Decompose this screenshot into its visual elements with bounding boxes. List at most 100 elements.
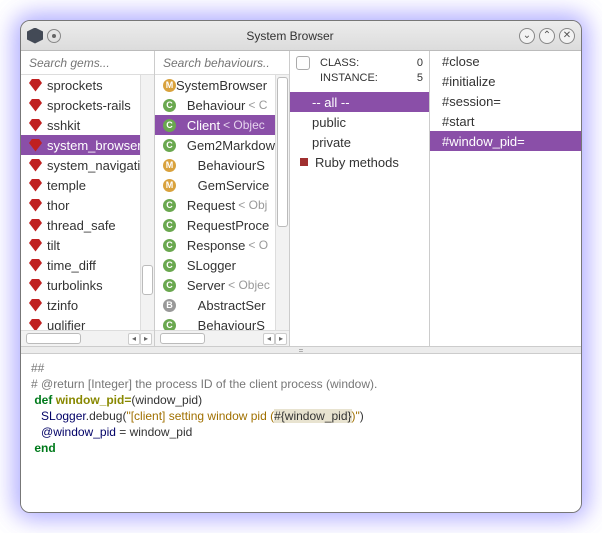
gem-item[interactable]: system_navigatio	[21, 155, 154, 175]
gems-list[interactable]: sprockets sprockets-rails sshkit system_bro…	[21, 75, 154, 330]
kind-icon: C	[163, 119, 176, 132]
system-browser-window: System Browser ⌄ ⌃ ✕ sprockets sprockets-…	[20, 20, 582, 513]
ruby-icon	[29, 259, 42, 272]
behaviours-list[interactable]: MSystemBrowserC Behaviour < CC Client < …	[155, 75, 289, 330]
behaviour-item[interactable]: C Gem2Markdow	[155, 135, 289, 155]
behaviours-column: MSystemBrowserC Behaviour < CC Client < …	[155, 51, 290, 346]
behaviour-label: Gem2Markdow	[176, 138, 275, 153]
ruby-icon	[29, 299, 42, 312]
gem-label: sshkit	[47, 118, 80, 133]
gem-label: sprockets-rails	[47, 98, 131, 113]
class-methods-checkbox[interactable]	[296, 56, 310, 70]
scrollbar-horizontal[interactable]: ◂ ▸	[21, 330, 154, 346]
behaviour-item[interactable]: C BehaviourS	[155, 315, 289, 330]
behaviour-item[interactable]: C SLogger	[155, 255, 289, 275]
gem-item[interactable]: tilt	[21, 235, 154, 255]
methods-list[interactable]: #close#initialize#session=#start#window_…	[430, 51, 581, 346]
category-item[interactable]: Ruby methods	[290, 152, 429, 172]
method-counts: CLASS: 0 INSTANCE: 5	[290, 51, 429, 92]
behaviour-label: SLogger	[176, 258, 236, 273]
gem-item[interactable]: sprockets-rails	[21, 95, 154, 115]
scrollbar-vertical[interactable]	[275, 75, 289, 330]
ruby-icon	[29, 139, 42, 152]
behaviour-item[interactable]: C RequestProce	[155, 215, 289, 235]
code-pane[interactable]: ## # @return [Integer] the process ID of…	[21, 354, 581, 513]
visibility-filter[interactable]: private	[290, 132, 429, 152]
splitter-handle[interactable]: =	[21, 346, 581, 354]
scrollbar-vertical[interactable]	[140, 75, 154, 330]
app-icon	[27, 28, 43, 44]
ruby-icon	[29, 79, 42, 92]
behaviour-label: AbstractSer	[176, 298, 266, 313]
behaviour-item[interactable]: M GemService	[155, 175, 289, 195]
superclass-label: < C	[248, 98, 267, 112]
behaviour-label: RequestProce	[176, 218, 269, 233]
gem-item[interactable]: thread_safe	[21, 215, 154, 235]
search-behaviours-input[interactable]	[155, 51, 289, 75]
kind-icon: C	[163, 279, 176, 292]
behaviour-item[interactable]: C Client < Objec	[155, 115, 289, 135]
ruby-icon	[29, 99, 42, 112]
kind-icon: C	[163, 199, 176, 212]
ruby-icon	[29, 279, 42, 292]
ruby-icon	[29, 199, 42, 212]
method-item[interactable]: #session=	[430, 91, 581, 111]
kind-icon: C	[163, 99, 176, 112]
scrollbar-horizontal[interactable]: ◂ ▸	[155, 330, 289, 346]
kind-icon: M	[163, 79, 176, 92]
kind-icon: M	[163, 179, 176, 192]
scroll-right-icon[interactable]: ▸	[140, 333, 152, 345]
gem-item[interactable]: system_browser	[21, 135, 154, 155]
instance-count: 5	[417, 72, 423, 84]
gem-item[interactable]: sshkit	[21, 115, 154, 135]
gem-label: turbolinks	[47, 278, 103, 293]
gem-item[interactable]: turbolinks	[21, 275, 154, 295]
kind-icon: M	[163, 159, 176, 172]
visibility-filter[interactable]: public	[290, 112, 429, 132]
code-const: SLogger	[41, 409, 86, 423]
gem-item[interactable]: temple	[21, 175, 154, 195]
visibility-filter[interactable]: -- all --	[290, 92, 429, 112]
code-method-name: window_pid=	[56, 393, 132, 407]
behaviour-item[interactable]: C Request < Obj	[155, 195, 289, 215]
behaviour-item[interactable]: M BehaviourS	[155, 155, 289, 175]
superclass-label: < Obj	[238, 198, 267, 212]
gems-column: sprockets sprockets-rails sshkit system_bro…	[21, 51, 155, 346]
method-item[interactable]: #window_pid=	[430, 131, 581, 151]
behaviour-item[interactable]: C Response < O	[155, 235, 289, 255]
behaviour-item[interactable]: B AbstractSer	[155, 295, 289, 315]
scroll-right-icon[interactable]: ▸	[275, 333, 287, 345]
scroll-left-icon[interactable]: ◂	[128, 333, 140, 345]
gem-label: tilt	[47, 238, 60, 253]
kind-icon: C	[163, 139, 176, 152]
gem-item[interactable]: thor	[21, 195, 154, 215]
gem-label: temple	[47, 178, 86, 193]
method-item[interactable]: #start	[430, 111, 581, 131]
ruby-icon	[29, 219, 42, 232]
browser-columns: sprockets sprockets-rails sshkit system_bro…	[21, 51, 581, 346]
gem-item[interactable]: tzinfo	[21, 295, 154, 315]
behaviour-label: Client	[176, 118, 220, 133]
window-title: System Browser	[65, 29, 515, 43]
code-keyword: def	[34, 393, 52, 407]
behaviour-label: Server	[176, 278, 225, 293]
code-ivar: @window_pid	[41, 425, 116, 439]
behaviour-item[interactable]: C Server < Objec	[155, 275, 289, 295]
method-item[interactable]: #initialize	[430, 71, 581, 91]
scroll-left-icon[interactable]: ◂	[263, 333, 275, 345]
method-item[interactable]: #close	[430, 51, 581, 71]
pin-button[interactable]	[47, 29, 61, 43]
behaviour-item[interactable]: C Behaviour < C	[155, 95, 289, 115]
gem-item[interactable]: sprockets	[21, 75, 154, 95]
visibility-filter-list[interactable]: -- all --publicprivateRuby methods	[290, 92, 429, 346]
maximize-button[interactable]: ⌃	[539, 28, 555, 44]
behaviour-item[interactable]: MSystemBrowser	[155, 75, 289, 95]
minimize-button[interactable]: ⌄	[519, 28, 535, 44]
close-button[interactable]: ✕	[559, 28, 575, 44]
methods-column: #close#initialize#session=#start#window_…	[430, 51, 581, 346]
ruby-icon	[29, 179, 42, 192]
titlebar: System Browser ⌄ ⌃ ✕	[21, 21, 581, 51]
gem-item[interactable]: uglifier	[21, 315, 154, 330]
gem-item[interactable]: time_diff	[21, 255, 154, 275]
search-gems-input[interactable]	[21, 51, 154, 75]
